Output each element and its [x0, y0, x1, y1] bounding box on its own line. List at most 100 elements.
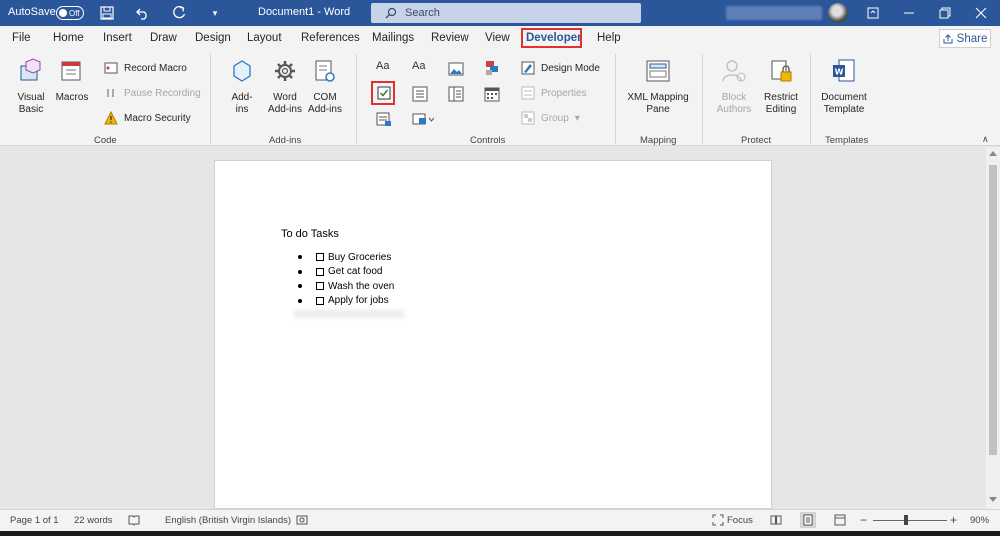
checkbox[interactable]	[316, 282, 324, 291]
macros-button[interactable]: Macros	[54, 58, 90, 104]
macros-icon	[61, 61, 81, 81]
combo-box-control-icon[interactable]	[412, 86, 428, 102]
customize-toolbar-icon[interactable]: ▾	[206, 4, 224, 22]
tab-draw[interactable]: Draw	[150, 32, 177, 44]
accessibility-icon[interactable]	[296, 514, 308, 529]
visual-basic-button[interactable]: Visual Basic	[12, 58, 50, 116]
tab-layout[interactable]: Layout	[247, 32, 282, 44]
visual-basic-icon	[20, 58, 41, 81]
proofing-icon[interactable]	[128, 514, 140, 529]
xml-mapping-pane-label: XML Mapping Pane	[627, 92, 689, 115]
checkbox[interactable]	[316, 253, 324, 262]
tab-design[interactable]: Design	[195, 32, 231, 44]
group-button[interactable]: Group ▾	[521, 111, 580, 125]
focus-label[interactable]: Focus	[727, 515, 753, 526]
tab-help[interactable]: Help	[597, 32, 621, 44]
undo-icon[interactable]	[134, 4, 152, 22]
zoom-in-button[interactable]: +	[950, 513, 957, 527]
zoom-slider[interactable]	[873, 520, 947, 521]
rich-text-control-icon[interactable]: Aa	[376, 60, 392, 76]
search-box[interactable]: Search	[371, 3, 641, 23]
bullet	[298, 269, 302, 274]
macro-security-button[interactable]: Macro Security	[104, 111, 191, 125]
block-authors-button[interactable]: Block Authors	[712, 58, 756, 116]
zoom-out-button[interactable]: −	[860, 513, 867, 527]
search-placeholder: Search	[405, 7, 440, 19]
collapse-ribbon-icon[interactable]: ∧	[982, 134, 989, 145]
design-mode-icon	[521, 61, 535, 75]
date-picker-control-icon[interactable]	[484, 86, 500, 102]
block-authors-icon	[722, 60, 746, 82]
svg-text:W: W	[835, 68, 844, 77]
com-addins-label: COM Add-ins	[308, 92, 342, 115]
repeating-section-control-icon[interactable]	[376, 111, 392, 127]
print-layout-icon[interactable]	[800, 512, 816, 528]
share-button[interactable]: Share	[939, 29, 991, 48]
gear-icon	[275, 61, 295, 81]
zoom-level[interactable]: 90%	[970, 515, 989, 526]
focus-icon[interactable]	[712, 514, 724, 529]
close-icon[interactable]	[972, 4, 990, 22]
scroll-down-icon[interactable]	[989, 497, 997, 502]
zoom-slider-thumb[interactable]	[904, 515, 909, 525]
read-mode-icon[interactable]	[770, 514, 782, 529]
word-count[interactable]: 22 words	[74, 515, 113, 526]
tab-insert[interactable]: Insert	[103, 32, 132, 44]
scroll-up-icon[interactable]	[989, 151, 997, 156]
plain-text-control-icon[interactable]: Aa	[412, 60, 428, 76]
bullet	[298, 284, 302, 289]
tab-review[interactable]: Review	[431, 32, 469, 44]
web-layout-icon[interactable]	[834, 514, 846, 529]
vertical-scrollbar[interactable]	[986, 147, 1000, 509]
tab-file[interactable]: File	[12, 32, 31, 44]
addins-label: Add- ins	[231, 92, 253, 115]
tab-mailings[interactable]: Mailings	[372, 32, 414, 44]
share-icon	[943, 33, 953, 43]
document-page[interactable]	[214, 160, 772, 509]
design-mode-button[interactable]: Design Mode	[521, 61, 600, 75]
restore-icon[interactable]	[936, 4, 954, 22]
xml-mapping-pane-button[interactable]: XML Mapping Pane	[624, 58, 692, 116]
tab-home[interactable]: Home	[53, 32, 84, 44]
checkbox[interactable]	[316, 296, 324, 305]
addins-group-label: Add-ins	[269, 135, 302, 146]
list-item: Buy Groceries	[298, 250, 394, 265]
account-name-blurred[interactable]	[726, 6, 822, 20]
record-macro-label: Record Macro	[124, 62, 187, 74]
properties-button[interactable]: Properties	[521, 86, 587, 100]
ribbon-display-icon[interactable]	[864, 4, 882, 22]
developer-tab-highlight	[521, 28, 582, 48]
title-bar: AutoSave Off ▾ Document1 - Word Search	[0, 0, 1000, 26]
addins-icon	[233, 60, 251, 82]
picture-control-icon[interactable]	[448, 61, 464, 77]
search-icon	[385, 7, 397, 19]
save-icon[interactable]	[98, 4, 116, 22]
restrict-editing-button[interactable]: Restrict Editing	[760, 58, 802, 116]
controls-group-label: Controls	[470, 135, 506, 146]
document-template-button[interactable]: W Document Template	[818, 58, 870, 116]
record-macro-button[interactable]: Record Macro	[104, 61, 187, 75]
document-heading: To do Tasks	[281, 228, 339, 240]
tab-references[interactable]: References	[301, 32, 360, 44]
group-icon	[521, 111, 535, 125]
word-addins-button[interactable]: Word Add-ins	[266, 58, 304, 116]
tab-view[interactable]: View	[485, 32, 510, 44]
legacy-tools-icon[interactable]	[412, 111, 434, 127]
list-item-text: Wash the oven	[328, 280, 395, 292]
minimize-icon[interactable]	[900, 4, 918, 22]
building-block-control-icon[interactable]	[484, 60, 500, 76]
autosave-toggle[interactable]: Off	[56, 6, 84, 20]
redo-icon[interactable]	[170, 4, 188, 22]
record-macro-icon	[104, 62, 118, 74]
lock-icon	[771, 60, 792, 82]
addins-button[interactable]: Add- ins	[226, 58, 258, 116]
checkbox[interactable]	[316, 267, 324, 276]
page-count[interactable]: Page 1 of 1	[10, 515, 59, 526]
com-addins-button[interactable]: COM Add-ins	[306, 58, 344, 116]
drop-down-list-control-icon[interactable]	[448, 86, 464, 102]
list-item-text: Buy Groceries	[328, 251, 392, 263]
scroll-thumb[interactable]	[989, 165, 997, 455]
pause-recording-button[interactable]: Pause Recording	[104, 86, 201, 100]
avatar[interactable]	[828, 3, 848, 23]
language[interactable]: English (British Virgin Islands)	[165, 515, 291, 526]
